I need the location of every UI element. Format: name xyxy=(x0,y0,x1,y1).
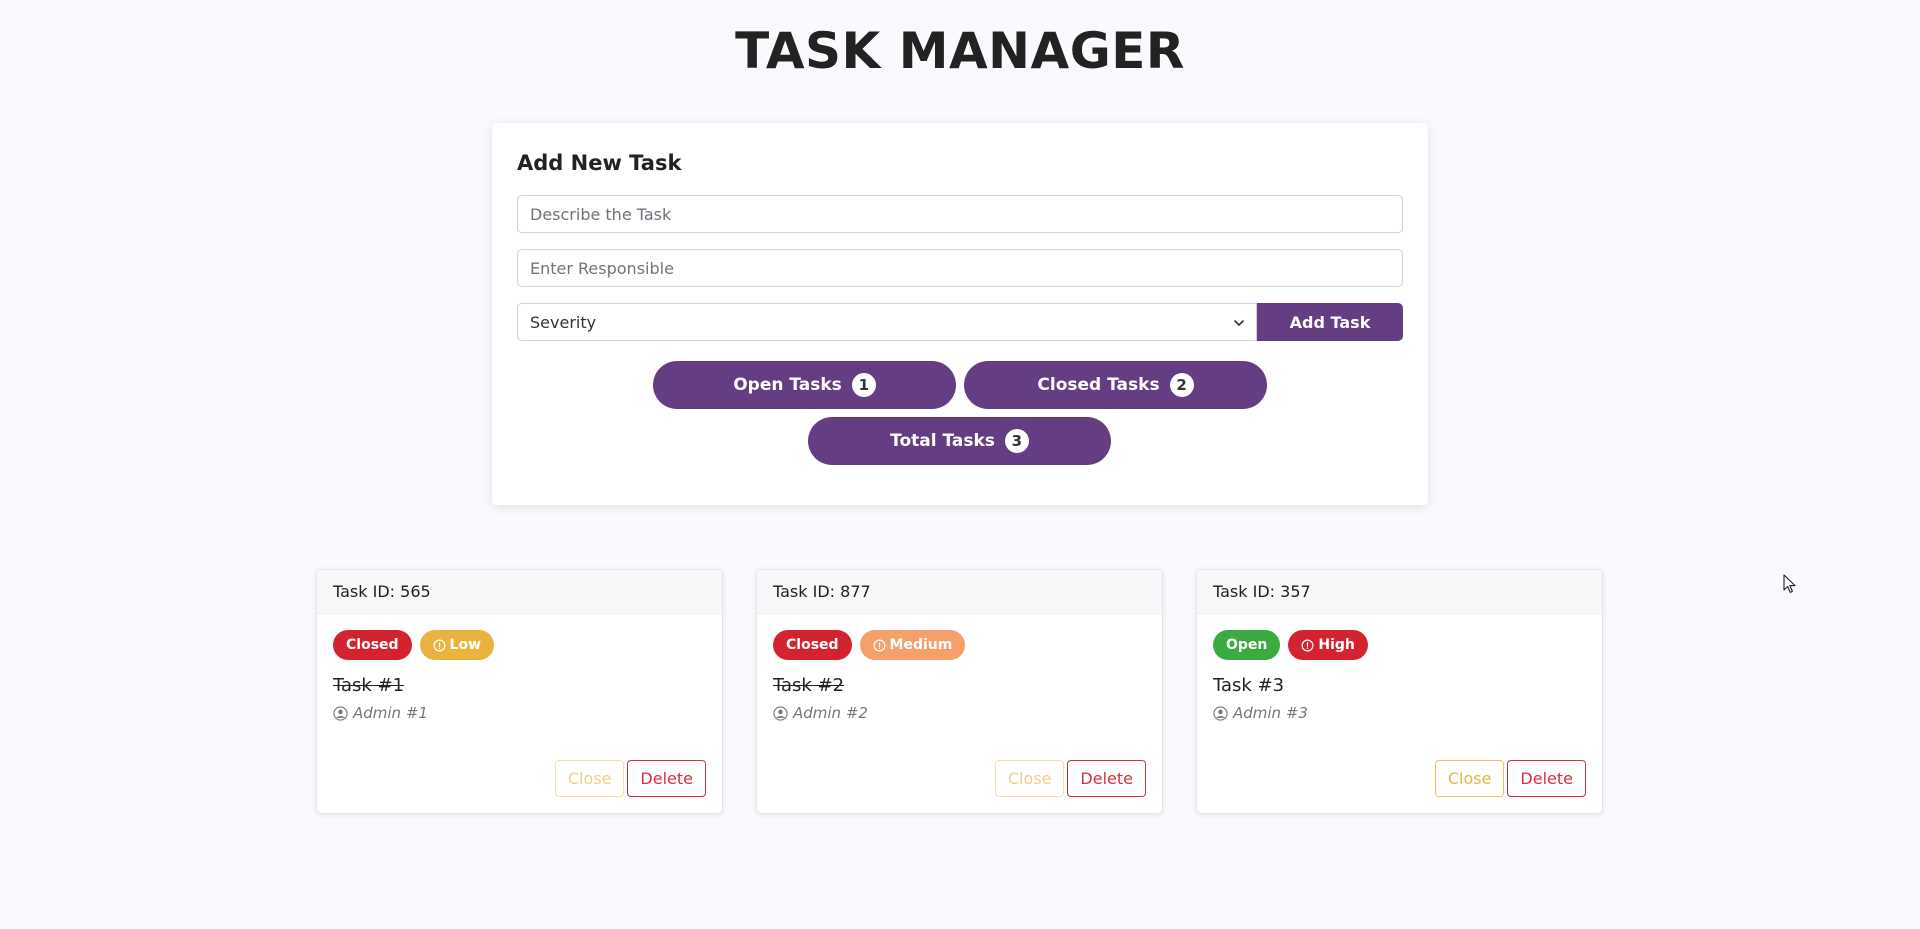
add-task-form: Add New Task Severity Add Task Open Task… xyxy=(492,123,1428,505)
closed-tasks-label: Closed Tasks xyxy=(1037,375,1160,395)
total-tasks-button[interactable]: Total Tasks 3 xyxy=(808,417,1111,465)
form-heading: Add New Task xyxy=(517,151,682,175)
task-card: Task ID: 357 Open High Task #3 Admin #3 … xyxy=(1196,569,1603,814)
closed-tasks-button[interactable]: Closed Tasks 2 xyxy=(964,361,1267,409)
closed-tasks-count-badge: 2 xyxy=(1169,373,1194,397)
severity-select[interactable]: Severity xyxy=(517,303,1257,341)
assignee-name: Admin #1 xyxy=(353,704,428,722)
page-title: TASK MANAGER xyxy=(735,22,1185,80)
task-card: Task ID: 877 Closed Medium Task #2 Admin… xyxy=(756,569,1163,814)
severity-badge: High xyxy=(1288,630,1368,660)
user-circle-icon xyxy=(773,705,788,721)
mouse-pointer-icon xyxy=(1783,574,1796,593)
task-badges: Open High xyxy=(1197,614,1602,660)
assignee-name: Admin #2 xyxy=(793,704,868,722)
delete-task-button[interactable]: Delete xyxy=(1067,760,1146,797)
status-badge: Closed xyxy=(333,630,412,660)
user-circle-icon xyxy=(1213,705,1228,721)
open-tasks-label: Open Tasks xyxy=(733,375,842,395)
delete-task-button[interactable]: Delete xyxy=(1507,760,1586,797)
alert-circle-icon xyxy=(873,639,886,651)
status-badge: Closed xyxy=(773,630,852,660)
task-badges: Closed Medium xyxy=(757,614,1162,660)
task-id: Task ID: 565 xyxy=(317,570,722,614)
task-assignee: Admin #3 xyxy=(1197,703,1602,723)
severity-badge: Low xyxy=(419,630,495,660)
task-title: Task #1 xyxy=(333,675,405,696)
add-task-button[interactable]: Add Task xyxy=(1257,303,1403,341)
task-title: Task #2 xyxy=(773,675,845,696)
open-tasks-button[interactable]: Open Tasks 1 xyxy=(653,361,956,409)
task-id: Task ID: 877 xyxy=(757,570,1162,614)
open-tasks-count-badge: 1 xyxy=(851,373,876,397)
task-actions: Close Delete xyxy=(554,760,706,797)
alert-circle-icon xyxy=(433,639,446,651)
delete-task-button[interactable]: Delete xyxy=(627,760,706,797)
task-description-input[interactable] xyxy=(517,195,1403,233)
close-task-button[interactable]: Close xyxy=(1434,760,1505,797)
task-title: Task #3 xyxy=(1213,675,1285,696)
task-card: Task ID: 565 Closed Low Task #1 Admin #1… xyxy=(316,569,723,814)
responsible-input[interactable] xyxy=(517,249,1403,287)
total-tasks-count-badge: 3 xyxy=(1004,429,1029,453)
total-tasks-label: Total Tasks xyxy=(890,431,995,451)
task-id: Task ID: 357 xyxy=(1197,570,1602,614)
severity-select-value: Severity xyxy=(530,312,597,332)
severity-label: High xyxy=(1318,637,1355,653)
severity-badge: Medium xyxy=(859,630,966,660)
severity-row: Severity Add Task xyxy=(517,303,1403,341)
close-task-button[interactable]: Close xyxy=(554,760,625,797)
chevron-down-icon xyxy=(1234,320,1244,326)
status-badge: Open xyxy=(1213,630,1281,660)
user-circle-icon xyxy=(333,705,348,721)
close-task-button[interactable]: Close xyxy=(994,760,1065,797)
task-badges: Closed Low xyxy=(317,614,722,660)
severity-label: Medium xyxy=(889,637,953,653)
task-actions: Close Delete xyxy=(994,760,1146,797)
task-actions: Close Delete xyxy=(1434,760,1586,797)
severity-label: Low xyxy=(449,637,482,653)
task-assignee: Admin #1 xyxy=(317,703,722,723)
alert-circle-icon xyxy=(1301,639,1314,651)
task-counters: Open Tasks 1 Closed Tasks 2 Total Tasks … xyxy=(517,361,1403,471)
assignee-name: Admin #3 xyxy=(1233,704,1308,722)
task-assignee: Admin #2 xyxy=(757,703,1162,723)
